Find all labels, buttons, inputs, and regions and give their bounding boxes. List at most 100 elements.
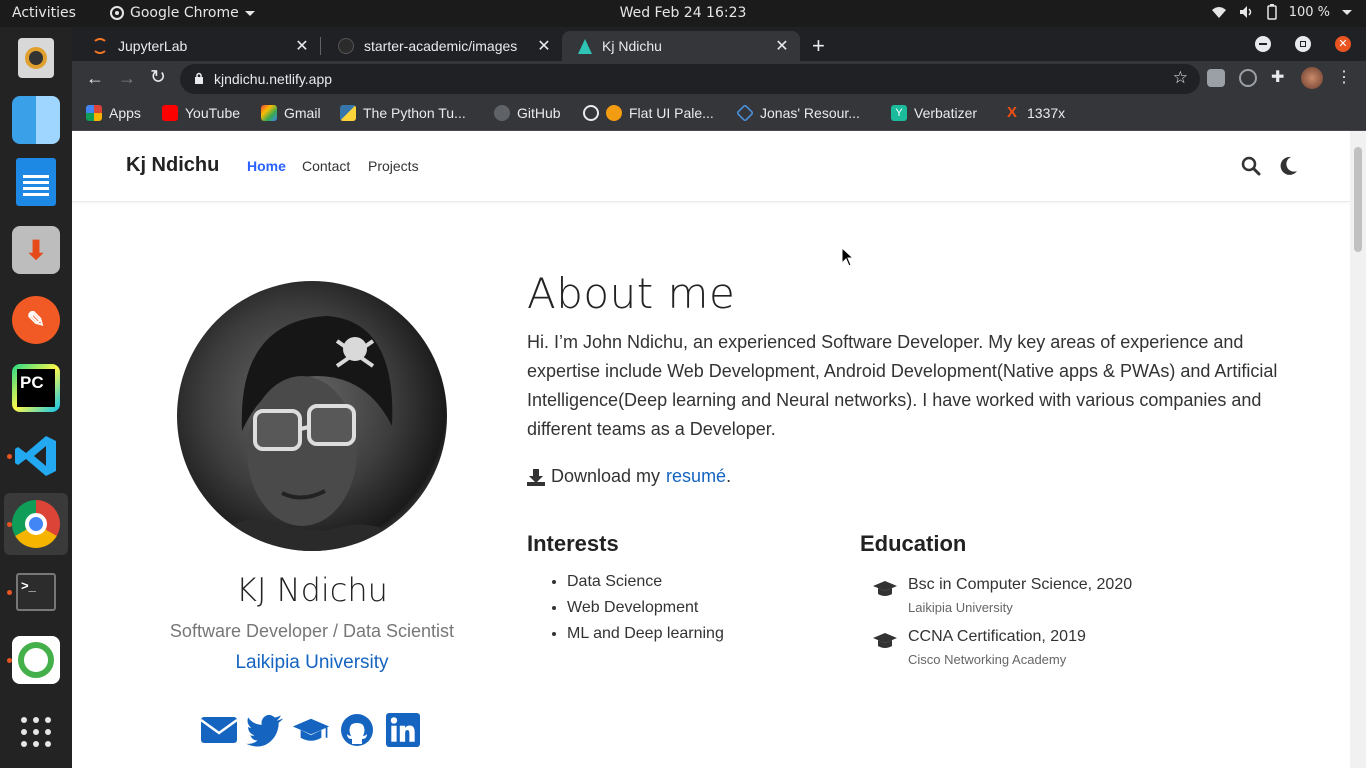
- bookmark-verbatizer[interactable]: Y Verbatizer: [891, 105, 977, 121]
- address-bar[interactable]: kjndichu.netlify.app ☆: [180, 64, 1200, 94]
- close-icon[interactable]: ✕: [534, 36, 554, 56]
- writer-icon: [16, 158, 56, 206]
- close-icon[interactable]: ✕: [772, 36, 792, 56]
- close-window-button[interactable]: ✕: [1335, 36, 1351, 52]
- nav-projects[interactable]: Projects: [368, 158, 419, 174]
- dock-show-apps[interactable]: [4, 701, 68, 763]
- bookmark-python-tutorial[interactable]: The Python Tu...: [340, 105, 466, 121]
- interests-list: Data Science Web Development ML and Deep…: [567, 573, 724, 651]
- browser-toolbar: ← → ↻ kjndichu.netlify.app ☆ ✚ ⋮: [72, 61, 1366, 97]
- dock-pycharm[interactable]: PC: [4, 357, 68, 419]
- back-icon[interactable]: ←: [86, 68, 104, 89]
- profile-organization-link[interactable]: Laikipia University: [132, 652, 492, 674]
- bookmark-star-icon[interactable]: ☆: [1173, 68, 1188, 88]
- running-indicator: [7, 590, 12, 595]
- resume-link[interactable]: resumé: [666, 466, 726, 487]
- tab-title: JupyterLab: [118, 38, 188, 54]
- url-text: kjndichu.netlify.app: [214, 71, 333, 87]
- app-grid-icon: [21, 717, 51, 747]
- running-indicator: [7, 454, 12, 459]
- tab-kj-ndichu[interactable]: Kj Ndichu ✕: [562, 31, 800, 61]
- github-icon[interactable]: [338, 713, 376, 747]
- dock-rhythmbox[interactable]: [4, 27, 68, 89]
- wifi-icon: [1211, 7, 1226, 18]
- site-navbar: Kj Ndichu Home Contact Projects: [72, 131, 1350, 202]
- close-icon[interactable]: ✕: [292, 36, 312, 56]
- download-suffix: .: [726, 466, 732, 486]
- running-indicator: [7, 658, 12, 663]
- tab-starter-academic[interactable]: starter-academic/images ✕: [322, 31, 562, 61]
- palette-icon: [606, 105, 622, 121]
- dock-postman[interactable]: ✎: [4, 289, 68, 351]
- nav-home[interactable]: Home: [247, 158, 286, 174]
- dock-writer[interactable]: [4, 151, 68, 213]
- page-scrollbar[interactable]: [1350, 131, 1366, 768]
- bookmark-gmail[interactable]: Gmail: [261, 105, 321, 121]
- vscode-icon: [15, 436, 56, 476]
- profile-name: KJ Ndichu: [236, 571, 388, 609]
- interests-heading: Interests: [527, 531, 619, 556]
- tab-title: Kj Ndichu: [602, 38, 662, 54]
- search-icon[interactable]: [1241, 156, 1261, 176]
- bookmark-github[interactable]: GitHub: [494, 105, 561, 121]
- bookmark-jonas-resources[interactable]: Jonas' Resour...: [735, 103, 860, 123]
- extension-cloud-icon[interactable]: [1207, 69, 1225, 87]
- dock-chrome[interactable]: [4, 493, 68, 555]
- dock-finder[interactable]: [4, 89, 68, 151]
- twitter-icon[interactable]: [246, 713, 284, 747]
- apps-grid-icon: [86, 105, 102, 121]
- education-item: CCNA Certification, 2019 Cisco Networkin…: [872, 628, 1086, 667]
- education-institution: Cisco Networking Academy: [908, 652, 1067, 667]
- extension-sync-icon[interactable]: [1239, 69, 1257, 87]
- about-bio: Hi. I’m John Ndichu, an experienced Soft…: [527, 332, 1278, 439]
- diamond-icon: [735, 103, 755, 123]
- bookmarks-bar: Apps YouTube Gmail The Python Tu... GitH…: [72, 97, 1366, 131]
- github-icon: [338, 38, 354, 54]
- list-item: ML and Deep learning: [567, 625, 724, 651]
- dock-anaconda[interactable]: [4, 629, 68, 691]
- mouse-cursor-icon: [841, 247, 855, 267]
- education-item: Bsc in Computer Science, 2020 Laikipia U…: [872, 576, 1132, 615]
- github-icon: [494, 105, 510, 121]
- minimize-button[interactable]: [1255, 36, 1271, 52]
- graduation-cap-icon[interactable]: [292, 713, 330, 747]
- education-degree: CCNA Certification, 2019: [908, 628, 1086, 645]
- chevron-down-icon: [244, 10, 255, 16]
- bookmark-youtube[interactable]: YouTube: [162, 105, 240, 121]
- bookmark-apps[interactable]: Apps: [86, 105, 141, 121]
- dock-terminal[interactable]: >_: [4, 561, 68, 623]
- bookmark-1337x[interactable]: X 1337x: [1004, 104, 1065, 122]
- maximize-button[interactable]: [1295, 36, 1311, 52]
- installer-icon: ⬇: [12, 226, 60, 274]
- activities-button[interactable]: Activities: [12, 5, 76, 21]
- profile-avatar[interactable]: [1301, 67, 1323, 89]
- system-tray[interactable]: 100 %: [1211, 4, 1352, 20]
- new-tab-button[interactable]: +: [812, 33, 825, 59]
- web-page: Kj Ndichu Home Contact Projects KJ Ndich…: [72, 131, 1366, 768]
- nav-contact[interactable]: Contact: [302, 158, 350, 174]
- envelope-icon[interactable]: [200, 713, 238, 747]
- gmail-icon: [261, 105, 277, 121]
- site-brand[interactable]: Kj Ndichu: [126, 154, 219, 177]
- extensions-puzzle-icon[interactable]: ✚: [1271, 67, 1289, 86]
- browser-window: JupyterLab ✕ starter-academic/images ✕ K…: [72, 27, 1366, 131]
- download-prefix: Download my: [551, 466, 661, 486]
- forward-icon[interactable]: →: [118, 68, 136, 89]
- download-icon: [527, 468, 545, 486]
- lock-icon: [195, 72, 203, 84]
- 1337x-icon: X: [1006, 104, 1017, 121]
- reload-icon[interactable]: ↻: [150, 66, 166, 89]
- app-menu[interactable]: Google Chrome: [110, 5, 255, 21]
- moon-icon[interactable]: [1278, 156, 1298, 176]
- bookmark-flat-ui[interactable]: Flat UI Pale...: [583, 105, 714, 121]
- profile-role: Software Developer / Data Scientist: [169, 621, 455, 641]
- tab-jupyterlab[interactable]: JupyterLab ✕: [76, 31, 320, 61]
- dock-vscode[interactable]: [4, 425, 68, 487]
- dock-installer[interactable]: ⬇: [4, 219, 68, 281]
- scrollbar-thumb[interactable]: [1354, 147, 1362, 252]
- about-heading: About me: [527, 269, 736, 318]
- linkedin-icon[interactable]: [384, 713, 422, 747]
- clock[interactable]: Wed Feb 24 16:23: [620, 5, 747, 21]
- postman-icon: ✎: [12, 296, 60, 344]
- menu-kebab-icon[interactable]: ⋮: [1336, 67, 1352, 86]
